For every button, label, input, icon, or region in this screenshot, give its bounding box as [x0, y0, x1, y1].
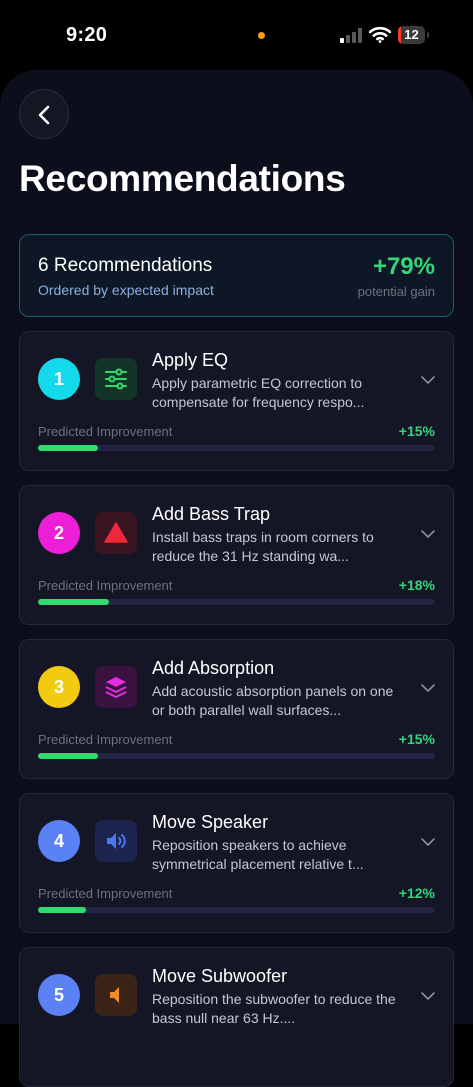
- card-description: Reposition speakers to achieve symmetric…: [152, 837, 364, 872]
- icon-tile: [95, 974, 137, 1016]
- sliders-icon: [105, 368, 127, 390]
- recommendation-card[interactable]: 2 Add Bass Trap Install bass traps in ro…: [19, 485, 454, 625]
- card-title: Move Speaker: [152, 812, 269, 832]
- improvement-bar-fill: [38, 445, 98, 451]
- rank-badge: 4: [38, 820, 80, 862]
- potential-gain-value: +79%: [372, 253, 435, 280]
- speaker-icon: [107, 833, 126, 849]
- rank-badge: 5: [38, 974, 80, 1016]
- card-title: Add Bass Trap: [152, 504, 271, 524]
- recommendations-sheet: Recommendations 6 Recommendations Ordere…: [0, 70, 473, 1087]
- chevron-left-icon: [38, 105, 50, 125]
- chevron-down-icon[interactable]: [420, 680, 436, 696]
- chevron-down-icon[interactable]: [420, 988, 436, 1004]
- card-description: Reposition the subwoofer to reduce the b…: [152, 991, 396, 1026]
- back-button[interactable]: [19, 89, 69, 139]
- layers-icon: [105, 677, 127, 698]
- improvement-bar-track: [38, 445, 435, 451]
- summary-subtitle: Ordered by expected impact: [38, 282, 214, 298]
- warning-triangle-icon: [104, 522, 128, 543]
- rank-badge: 2: [38, 512, 80, 554]
- improvement-bar-track: [38, 599, 435, 605]
- icon-tile: [95, 512, 137, 554]
- status-time: 9:20: [66, 24, 108, 46]
- predicted-improvement-value: +18%: [398, 577, 435, 593]
- rank-badge: 3: [38, 666, 80, 708]
- predicted-improvement-value: +15%: [398, 423, 435, 439]
- predicted-improvement-value: +15%: [398, 731, 435, 747]
- predicted-improvement-label: Predicted Improvement: [38, 732, 173, 747]
- chevron-down-icon[interactable]: [420, 372, 436, 388]
- predicted-improvement-value: +12%: [398, 885, 435, 901]
- predicted-improvement-label: Predicted Improvement: [38, 578, 173, 593]
- improvement-bar-fill: [38, 753, 98, 759]
- predicted-improvement-label: Predicted Improvement: [38, 886, 173, 901]
- subwoofer-icon: [110, 987, 119, 1003]
- icon-tile: [95, 358, 137, 400]
- cellular-signal-icon: [340, 28, 362, 43]
- predicted-improvement-label: Predicted Improvement: [38, 424, 173, 439]
- card-description: Apply parametric EQ correction to compen…: [152, 375, 365, 410]
- summary-card: 6 Recommendations Ordered by expected im…: [19, 234, 454, 317]
- card-title: Add Absorption: [152, 658, 275, 678]
- recommendation-card[interactable]: 4 Move Speaker Reposition speakers to ac…: [19, 793, 454, 933]
- battery-icon: 12: [398, 26, 430, 44]
- improvement-bar-fill: [38, 599, 110, 605]
- page-title: Recommendations: [19, 158, 346, 199]
- recommendation-card[interactable]: 1 Apply EQ Apply parametric EQ correctio…: [19, 331, 454, 471]
- status-bar: 9:20 12: [0, 0, 473, 70]
- icon-tile: [95, 666, 137, 708]
- improvement-bar-track: [38, 907, 435, 913]
- improvement-bar-fill: [38, 907, 86, 913]
- icon-tile: [95, 820, 137, 862]
- recommendation-card[interactable]: 5 Move Subwoofer Reposition the subwoofe…: [19, 947, 454, 1087]
- potential-gain-label: potential gain: [357, 284, 435, 299]
- chevron-down-icon[interactable]: [420, 834, 436, 850]
- card-description: Install bass traps in room corners to re…: [152, 529, 374, 564]
- chevron-down-icon[interactable]: [420, 526, 436, 542]
- card-title: Apply EQ: [152, 350, 229, 370]
- improvement-bar-track: [38, 753, 435, 759]
- wifi-icon: [369, 26, 391, 43]
- battery-level: 12: [404, 27, 419, 42]
- summary-title: 6 Recommendations: [38, 255, 213, 276]
- card-title: Move Subwoofer: [152, 966, 288, 986]
- rank-badge: 1: [38, 358, 80, 400]
- card-description: Add acoustic absorption panels on one or…: [152, 683, 394, 718]
- recommendation-card[interactable]: 3 Add Absorption Add acoustic absorption…: [19, 639, 454, 779]
- recording-indicator-dot: [258, 32, 265, 39]
